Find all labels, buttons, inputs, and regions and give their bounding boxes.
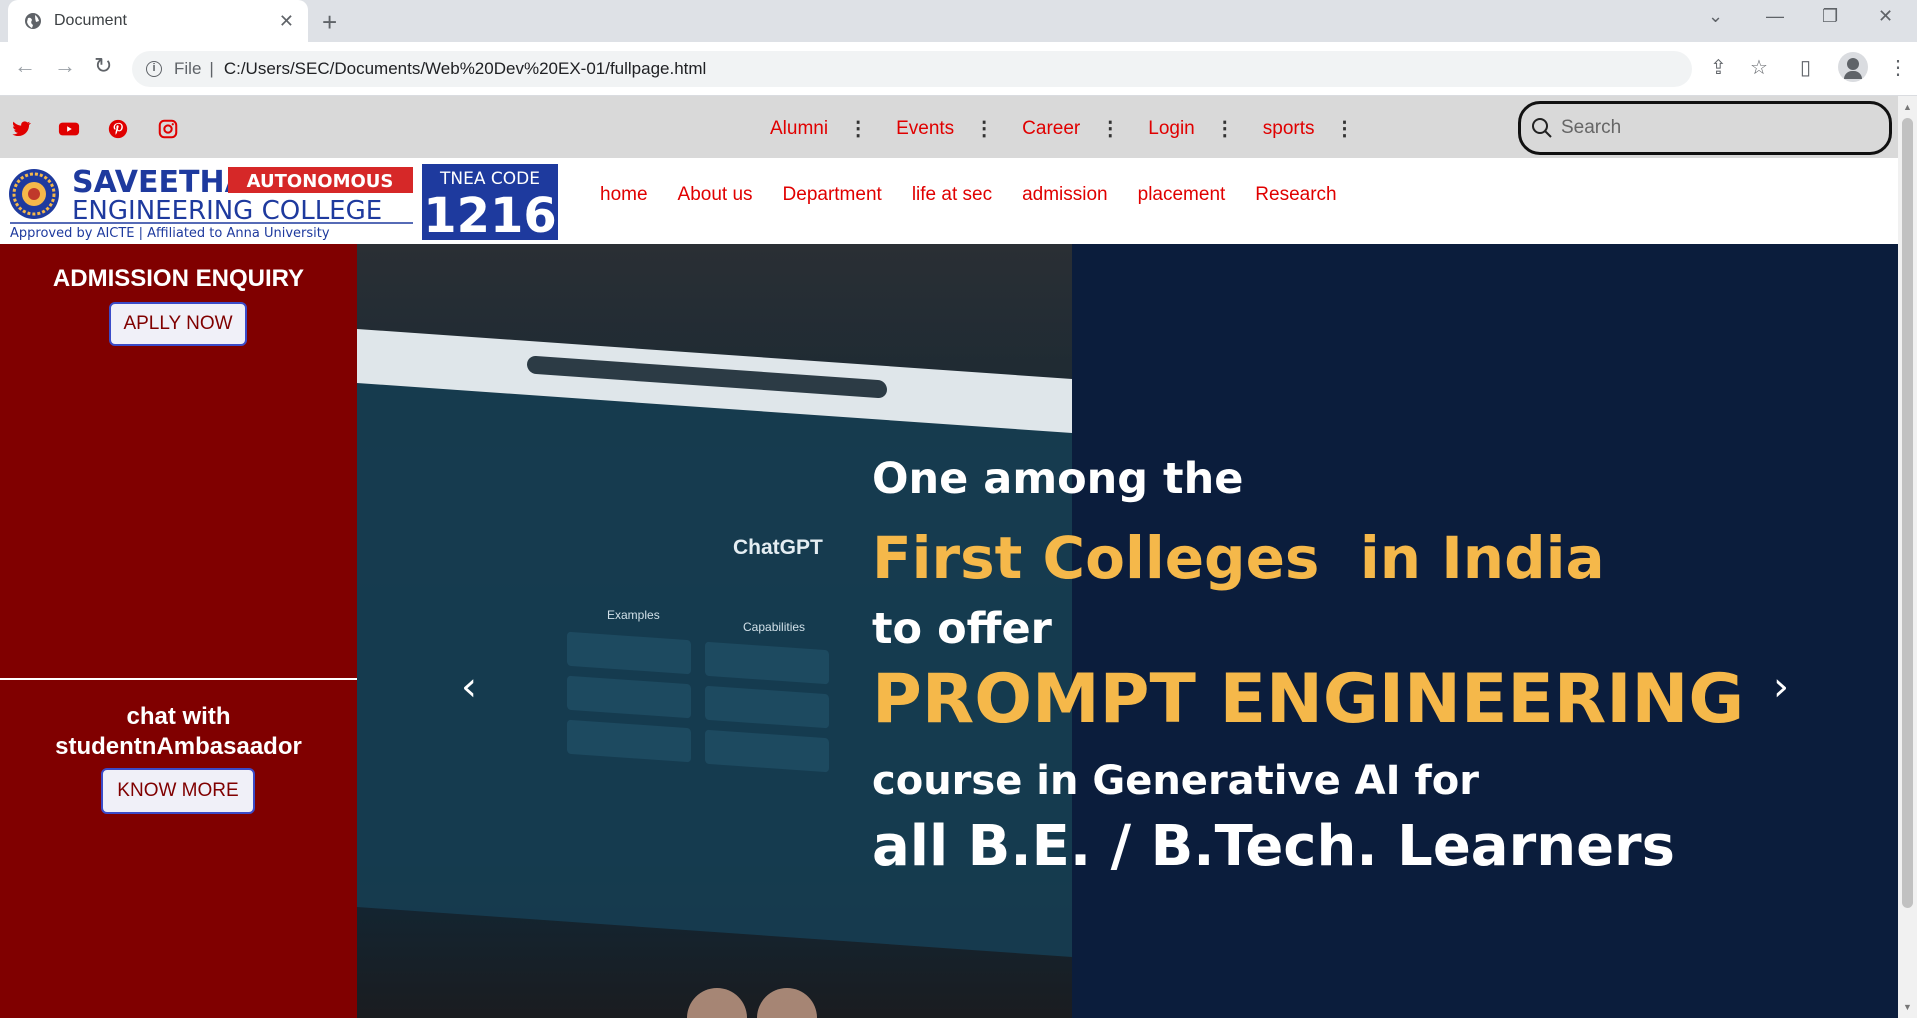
back-arrow-icon[interactable]: ←: [14, 53, 36, 79]
topnav-events[interactable]: Events: [896, 118, 954, 140]
hero-line4: PROMPT ENGINEERING: [872, 660, 1745, 739]
kebab-icon[interactable]: ⋮: [1215, 116, 1235, 141]
screen-chatgpt-title: ChatGPT: [733, 536, 823, 559]
nav-department[interactable]: Department: [783, 184, 882, 206]
topnav-alumni[interactable]: Alumni: [770, 118, 828, 140]
nav-placement[interactable]: placement: [1138, 184, 1226, 206]
topnav-login[interactable]: Login: [1148, 118, 1195, 140]
url-scheme-label: File: [174, 59, 202, 78]
hero-line3: to offer: [872, 604, 1052, 654]
tab-title: Document: [54, 12, 127, 29]
globe-icon: [25, 13, 41, 29]
hero-line1: One among the: [872, 454, 1244, 504]
site-top-bar: Alumni ⋮ Events ⋮ Career ⋮ Login ⋮ sport…: [0, 96, 1898, 158]
menu-kebab-icon[interactable]: ⋮: [1888, 55, 1908, 80]
instagram-icon[interactable]: [157, 118, 179, 140]
page-scrollbar[interactable]: ▲ ▼: [1898, 96, 1917, 1018]
nav-admission[interactable]: admission: [1022, 184, 1108, 206]
search-box: [1518, 101, 1892, 155]
carousel-prev-icon[interactable]: ‹: [461, 664, 477, 710]
site-info-icon[interactable]: i: [146, 61, 162, 77]
scrollbar-thumb[interactable]: [1902, 118, 1913, 908]
chat-ambassador-title-line2: studentnAmbasaador: [55, 733, 302, 760]
logo-tagline: Approved by AICTE | Affiliated to Anna U…: [10, 226, 330, 240]
address-bar-row: ← → ↻ i File | C:/Users/SEC/Documents/We…: [0, 42, 1917, 96]
close-tab-icon[interactable]: ✕: [279, 11, 294, 32]
forward-arrow-icon[interactable]: →: [54, 53, 76, 79]
kebab-icon[interactable]: ⋮: [974, 116, 994, 141]
search-icon: [1532, 118, 1552, 138]
tnea-code: 1216: [423, 188, 557, 240]
logo-badge: AUTONOMOUS: [247, 171, 394, 192]
youtube-icon[interactable]: [58, 118, 80, 140]
browser-tab[interactable]: Document ✕: [8, 0, 308, 42]
hero-line6: all B.E. / B.Tech. Learners: [872, 814, 1676, 879]
chat-ambassador-title-line1: chat with: [126, 703, 231, 730]
restore-icon[interactable]: ❐: [1822, 6, 1838, 27]
pinterest-icon[interactable]: [107, 118, 129, 140]
hand-shape: [687, 988, 747, 1018]
reload-icon[interactable]: ↻: [94, 53, 112, 79]
url-separator: |: [209, 59, 214, 78]
hero-line2b: in India: [1359, 524, 1605, 592]
nav-home[interactable]: home: [600, 184, 648, 206]
close-window-icon[interactable]: ✕: [1878, 6, 1893, 27]
know-more-button[interactable]: KNOW MORE: [101, 768, 255, 814]
carousel-next-icon[interactable]: ›: [1773, 664, 1789, 710]
apply-now-button[interactable]: APLLY NOW: [109, 302, 247, 346]
nav-life-at-sec[interactable]: life at sec: [912, 184, 992, 206]
kebab-icon[interactable]: ⋮: [1335, 116, 1355, 141]
hero-line2a: First Colleges: [872, 524, 1320, 592]
topnav-sports[interactable]: sports: [1263, 118, 1315, 140]
url-field[interactable]: i File | C:/Users/SEC/Documents/Web%20De…: [132, 51, 1692, 87]
profile-avatar[interactable]: [1838, 52, 1868, 82]
screen-col-capabilities: Capabilities: [743, 620, 806, 634]
page-viewport: Alumni ⋮ Events ⋮ Career ⋮ Login ⋮ sport…: [0, 96, 1898, 1018]
browser-tab-bar: Document ✕ + ⌄ — ❐ ✕: [0, 0, 1917, 42]
scroll-up-icon[interactable]: ▲: [1903, 102, 1912, 112]
hero-carousel: ChatGPT Examples Capabilities ‹ › One am…: [357, 244, 1898, 1018]
minimize-icon[interactable]: —: [1766, 6, 1784, 27]
screen-col-examples: Examples: [607, 608, 660, 622]
kebab-icon[interactable]: ⋮: [848, 116, 868, 141]
kebab-icon[interactable]: ⋮: [1100, 116, 1120, 141]
hero-line2: First Colleges in India: [872, 524, 1605, 592]
url-text: C:/Users/SEC/Documents/Web%20Dev%20EX-01…: [223, 59, 707, 78]
share-icon[interactable]: ⇪: [1710, 55, 1727, 80]
nav-research[interactable]: Research: [1255, 184, 1336, 206]
tab-search-icon[interactable]: ⌄: [1708, 6, 1723, 27]
scroll-down-icon[interactable]: ▼: [1903, 1002, 1912, 1012]
search-input[interactable]: [1561, 117, 1861, 139]
college-logo[interactable]: SAVEETHA AUTONOMOUS ENGINEERING COLLEGE …: [6, 164, 558, 240]
new-tab-button[interactable]: +: [322, 7, 337, 38]
main-header: SAVEETHA AUTONOMOUS ENGINEERING COLLEGE …: [0, 158, 1898, 244]
sidebar-divider: [0, 678, 357, 680]
tnea-label: TNEA CODE: [439, 169, 540, 189]
hero-line5: course in Generative AI for: [872, 758, 1479, 804]
topnav-career[interactable]: Career: [1022, 118, 1080, 140]
side-panel-icon[interactable]: ▯: [1800, 55, 1811, 80]
main-nav: home About us Department life at sec adm…: [600, 184, 1367, 206]
twitter-icon[interactable]: [10, 118, 32, 140]
logo-name-line1: SAVEETHA: [72, 165, 249, 200]
nav-about-us[interactable]: About us: [678, 184, 753, 206]
logo-name-line2: ENGINEERING COLLEGE: [72, 196, 382, 226]
sidebar: ADMISSION ENQUIRY APLLY NOW chat with st…: [0, 244, 357, 1018]
top-nav: Alumni ⋮ Events ⋮ Career ⋮ Login ⋮ sport…: [770, 116, 1383, 141]
admission-enquiry-title: ADMISSION ENQUIRY: [52, 265, 305, 292]
hand-shape: [757, 988, 817, 1018]
bookmark-star-icon[interactable]: ☆: [1750, 55, 1768, 80]
